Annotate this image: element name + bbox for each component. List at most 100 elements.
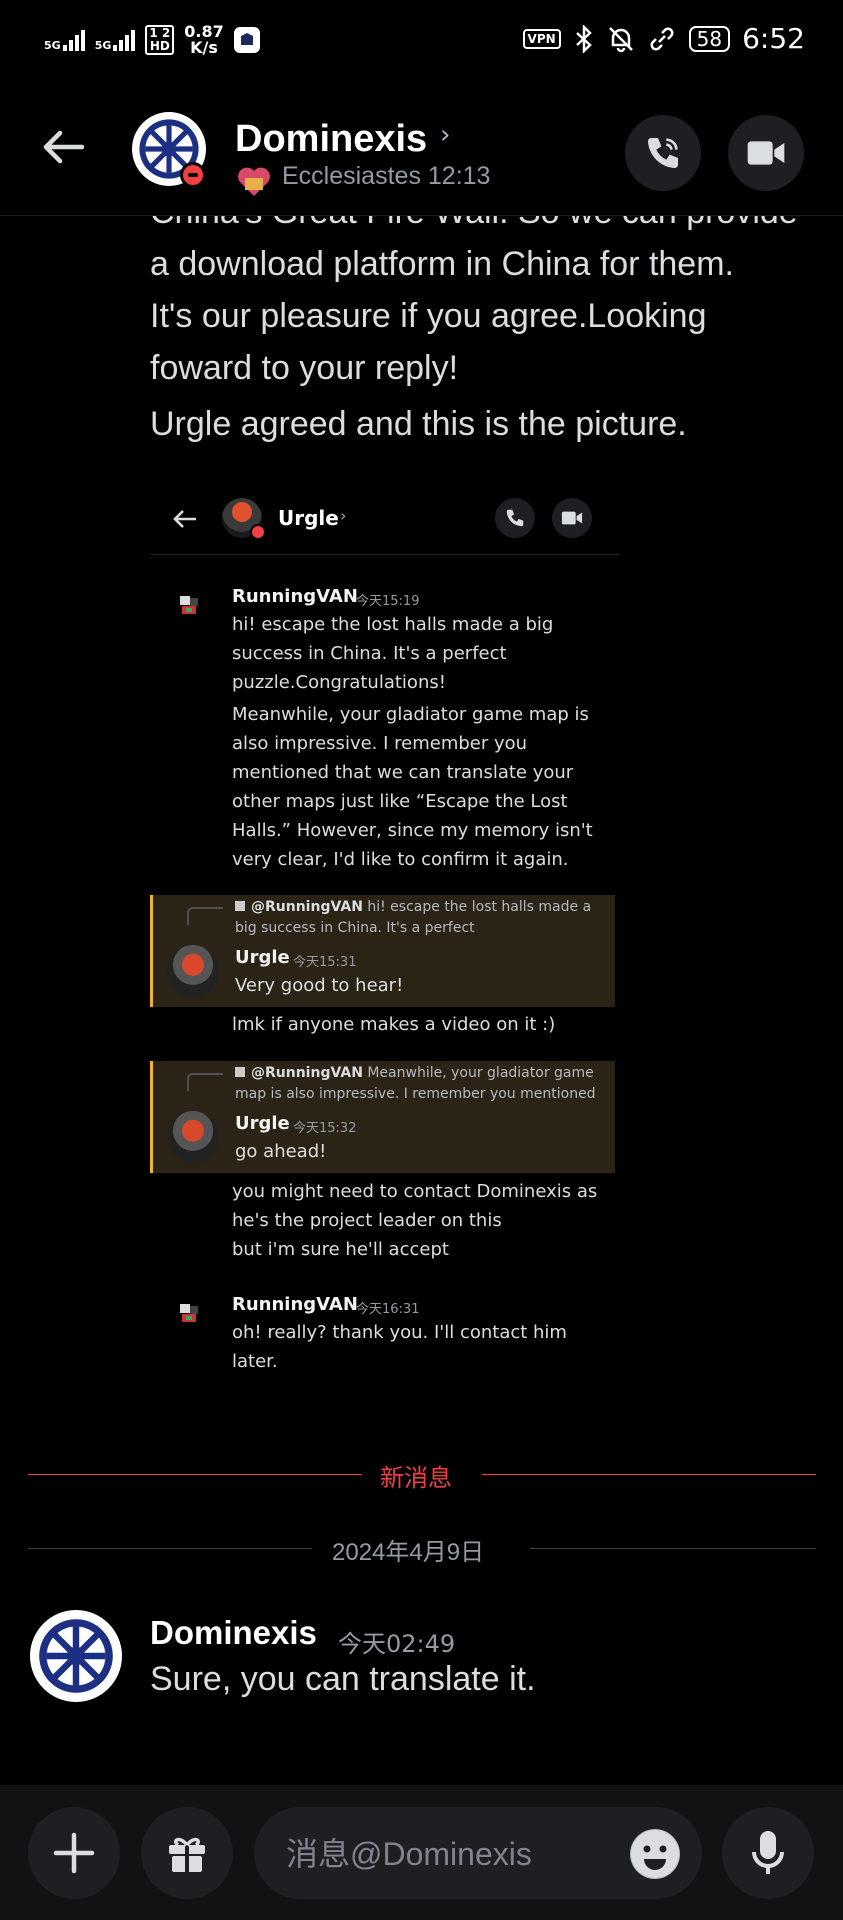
mention: @RunningVAN (251, 1065, 363, 1081)
timestamp: 今天16:31 (356, 1302, 420, 1317)
smiley-icon (631, 1830, 679, 1878)
speed-unit: K/s (190, 38, 218, 57)
author-name: Urgle (235, 947, 290, 968)
microphone-icon (752, 1831, 784, 1874)
phone-call-icon (648, 138, 678, 168)
dnd-status-icon (180, 162, 206, 188)
dominexis-logo-icon (31, 1611, 121, 1701)
text-line: very clear, I'd like to confirm it again… (232, 849, 569, 870)
quoted-avatar-icon (235, 901, 245, 911)
date-line (530, 1548, 816, 1549)
new-messages-line (482, 1474, 816, 1475)
text-line: hi! escape the lost halls made a big (232, 614, 554, 635)
clock: 6:52 (742, 22, 805, 55)
back-arrow-icon[interactable] (40, 124, 86, 170)
runningvan-avatar (180, 1304, 198, 1322)
link-icon (650, 27, 674, 50)
status-left: 5G 5G 1 2 HD 0.87 K/s (44, 24, 260, 56)
timestamp: 今天02:49 (338, 1630, 456, 1658)
add-attachment-button[interactable] (28, 1807, 120, 1899)
video-call-button[interactable] (728, 115, 804, 191)
timestamp: 今天15:31 (293, 955, 357, 970)
message-input[interactable] (284, 1831, 588, 1877)
quoted-avatar-icon (235, 1067, 245, 1077)
channel-title[interactable]: Dominexis (235, 118, 427, 161)
quote-text: Meanwhile, your gladiator game (362, 1065, 594, 1081)
app-notification-icon (233, 27, 260, 53)
video-camera-icon (552, 498, 592, 538)
signal-1: 5G (44, 29, 85, 51)
new-messages-label: 新消息 (380, 1464, 452, 1492)
author-name: Urgle (235, 1113, 290, 1134)
message-body: Sure, you can translate it. (150, 1660, 536, 1698)
text-line: also impressive. I remember you (232, 733, 528, 754)
text-line: Halls.” However, since my memory isn't (232, 820, 593, 841)
message-body: go ahead! (235, 1141, 327, 1162)
timestamp: 今天15:19 (356, 594, 420, 609)
text-line: you might need to contact Dominexis as (232, 1181, 598, 1202)
text-line: Meanwhile, your gladiator game map is (232, 704, 589, 725)
network-type-1: 5G (44, 39, 61, 52)
message-body: lmk if anyone makes a video on it :) (232, 1014, 556, 1035)
divider (150, 554, 620, 555)
reply-message: @RunningVAN Meanwhile, your gladiator ga… (150, 1061, 615, 1173)
message-body: Meanwhile, your gladiator game map is al… (232, 700, 602, 874)
gift-icon (169, 1837, 205, 1872)
phone-call-icon (495, 498, 535, 538)
text-line: oh! really? thank you. I'll contact him (232, 1322, 567, 1343)
reply-spine (187, 907, 223, 925)
heart-gift-icon (238, 167, 270, 196)
embedded-title: Urgle (278, 506, 339, 530)
video-camera-icon (747, 141, 785, 165)
urgle-avatar (167, 1111, 219, 1163)
status-bar: 5G 5G 1 2 HD 0.87 K/s VPN 58 6:52 (0, 0, 843, 90)
runningvan-avatar (180, 596, 198, 614)
bluetooth-icon (575, 24, 592, 53)
urgle-avatar (167, 945, 219, 997)
author-avatar[interactable] (30, 1610, 122, 1702)
chevron-right-icon[interactable]: › (440, 120, 450, 150)
chat-header: Dominexis › Ecclesiastes 12:13 (0, 90, 843, 216)
hd-voice-icon: 1 2 HD (145, 24, 175, 56)
voice-message-button[interactable] (722, 1807, 814, 1899)
message-body: Very good to hear! (235, 975, 404, 996)
mention: @RunningVAN (251, 899, 363, 915)
text-line: he's the project leader on this (232, 1210, 502, 1231)
signal-bars-icon (62, 29, 85, 51)
quote-text: map is also impressive. I remember you m… (235, 1086, 596, 1102)
chevron-right-icon: › (340, 506, 347, 525)
attached-image[interactable]: Urgle › RunningVAN 今天15:19 hi! escape th… (150, 470, 620, 1395)
author-name: RunningVAN (232, 1294, 358, 1315)
author-name[interactable]: Dominexis (150, 1614, 317, 1652)
text-line: other maps just like “Escape the Lost (232, 791, 568, 812)
reply-quote: @RunningVAN Meanwhile, your gladiator ga… (235, 1063, 610, 1105)
hd-bottom: HD (149, 39, 170, 53)
dnd-status-icon (250, 524, 266, 540)
plus-icon (53, 1832, 95, 1874)
message-continued: China's Great Fire Wall. So we can provi… (150, 186, 798, 394)
composer-bar (0, 1785, 843, 1920)
quote-text: big success in China. It's a perfect (235, 920, 475, 936)
text-line: success in China. It's a perfect (232, 643, 507, 664)
custom-status: Ecclesiastes 12:13 (282, 162, 491, 190)
reply-message: @RunningVAN hi! escape the lost halls ma… (150, 895, 615, 1007)
emoji-button[interactable] (630, 1829, 680, 1879)
timestamp: 今天15:32 (293, 1121, 357, 1136)
text-line: but i'm sure he'll accept (232, 1239, 449, 1260)
reply-quote: @RunningVAN hi! escape the lost halls ma… (235, 897, 610, 939)
message-line: foward to your reply! (150, 349, 459, 387)
gift-button[interactable] (141, 1807, 233, 1899)
vpn-icon: VPN (522, 28, 561, 49)
message-input-wrapper (254, 1807, 702, 1899)
message-line: a download platform in China for them. (150, 245, 734, 283)
voice-call-button[interactable] (625, 115, 701, 191)
signal-bars-icon (113, 29, 136, 51)
bell-muted-icon (608, 26, 633, 52)
message-line: It's our pleasure if you agree.Looking (150, 297, 707, 335)
text-line: puzzle.Congratulations! (232, 672, 446, 693)
network-type-2: 5G (94, 39, 112, 52)
message-body: oh! really? thank you. I'll contact him … (232, 1318, 602, 1376)
net-speed: 0.87 K/s (184, 24, 223, 56)
signal-2: 5G (95, 29, 136, 51)
text-line: later. (232, 1351, 278, 1372)
